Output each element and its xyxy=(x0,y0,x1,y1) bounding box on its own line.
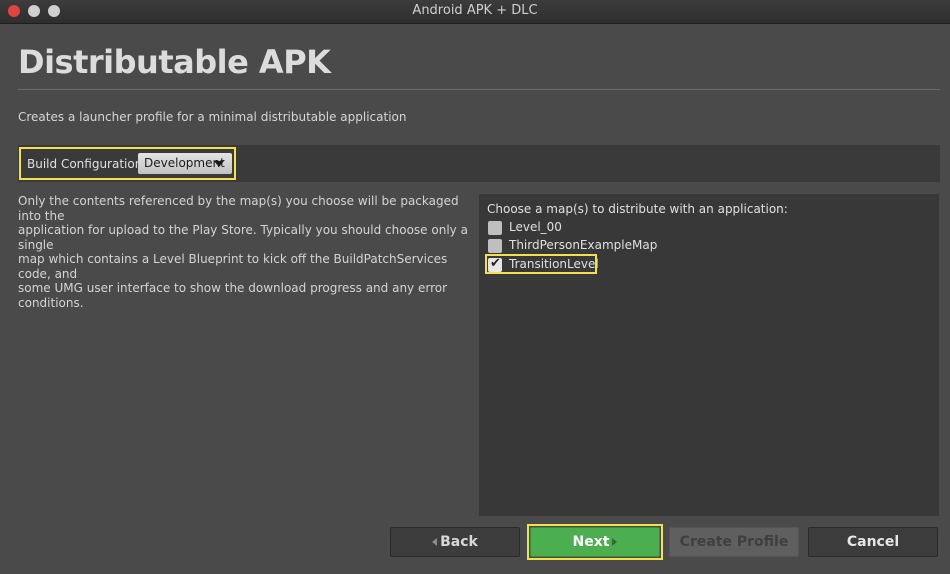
heading-divider xyxy=(18,89,940,90)
next-button[interactable]: Next xyxy=(530,527,660,557)
cancel-button-label: Cancel xyxy=(846,534,900,550)
next-button-label: Next xyxy=(572,534,610,550)
map-list-prompt: Choose a map(s) to distribute with an ap… xyxy=(487,202,788,216)
map-checkbox[interactable] xyxy=(488,221,502,235)
description-line: Only the contents referenced by the map(… xyxy=(18,194,459,223)
create-profile-button[interactable]: Create Profile xyxy=(669,527,799,557)
build-config-dropdown[interactable]: Development xyxy=(138,153,232,174)
chevron-right-icon xyxy=(612,538,618,546)
page-title: Distributable APK xyxy=(18,43,331,81)
chevron-down-icon xyxy=(214,161,224,167)
back-button-label: Back xyxy=(440,534,478,550)
build-config-value: Development xyxy=(144,156,225,170)
map-item-label: ThirdPersonExampleMap xyxy=(509,238,658,252)
cancel-button[interactable]: Cancel xyxy=(808,527,938,557)
title-bar: Android APK + DLC xyxy=(0,0,950,24)
create-profile-label: Create Profile xyxy=(679,534,789,550)
description-line: application for upload to the Play Store… xyxy=(18,223,468,252)
description-line: map which contains a Level Blueprint to … xyxy=(18,252,448,281)
page-subtitle: Creates a launcher profile for a minimal… xyxy=(18,110,407,124)
map-checkbox[interactable] xyxy=(488,239,502,253)
chevron-left-icon xyxy=(432,538,438,546)
back-button[interactable]: Back xyxy=(390,527,520,557)
description-text: Only the contents referenced by the map(… xyxy=(18,194,478,310)
description-line: some UMG user interface to show the down… xyxy=(18,281,448,310)
window-title: Android APK + DLC xyxy=(412,3,538,18)
map-item-highlight xyxy=(485,254,597,274)
map-item-label: Level_00 xyxy=(509,220,562,234)
build-config-label: Build Configuration: xyxy=(27,157,147,171)
